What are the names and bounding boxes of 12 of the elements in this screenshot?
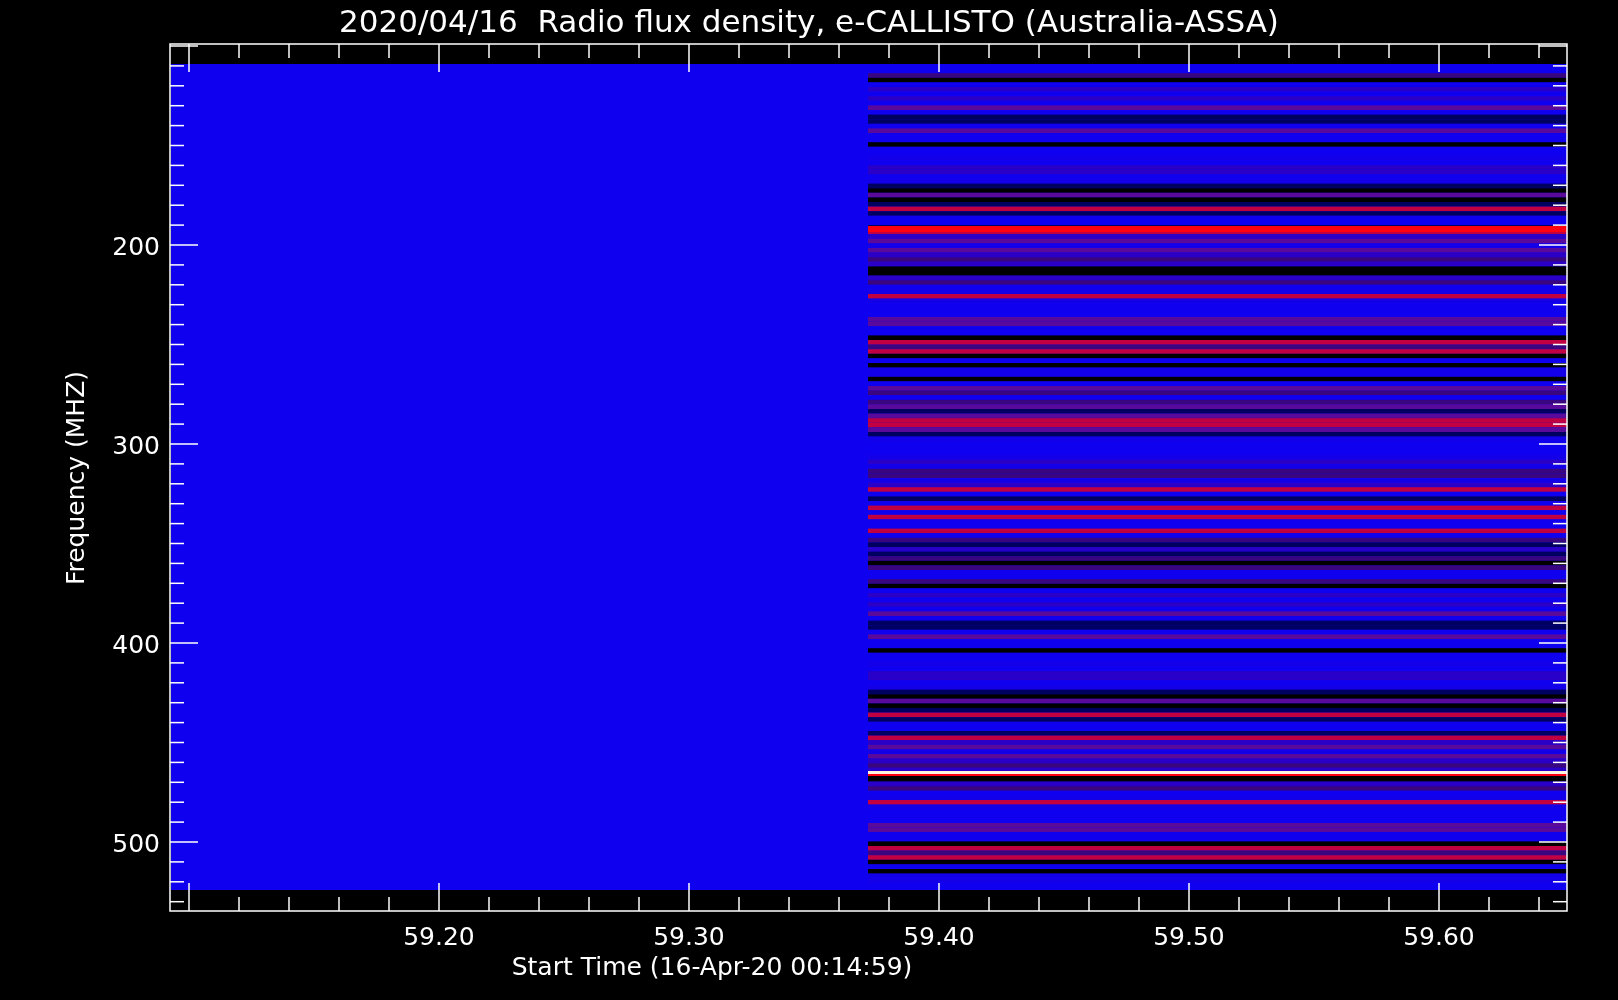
x-tick-label: 59.40: [903, 922, 975, 951]
y-axis-label: Frequency (MHZ): [61, 370, 90, 586]
chart-title: 2020/04/16 Radio flux density, e-CALLISTO (Australia-ASSA): [339, 3, 1279, 39]
y-tick-label: 200: [112, 232, 160, 261]
x-tick-label: 59.30: [653, 922, 725, 951]
x-tick-label: 59.20: [403, 922, 475, 951]
x-tick-label: 59.50: [1153, 922, 1225, 951]
y-tick-label: 500: [112, 829, 160, 858]
x-tick-label: 59.60: [1403, 922, 1475, 951]
x-axis-label: Start Time (16-Apr-20 00:14:59): [511, 952, 913, 981]
y-tick-label: 300: [112, 431, 160, 460]
y-tick-label: 400: [112, 630, 160, 659]
